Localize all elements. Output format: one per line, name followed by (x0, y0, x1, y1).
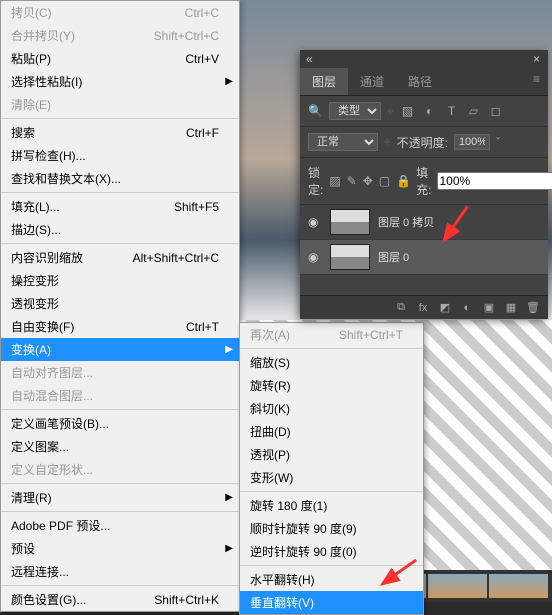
group-icon[interactable]: ▣ (482, 301, 496, 314)
submenu-rotate-90ccw[interactable]: 逆时针旋转 90 度(0) (240, 540, 423, 563)
filter-pixel-icon[interactable]: ▧ (400, 104, 416, 118)
layer-thumbnail[interactable] (330, 209, 370, 235)
chevron-right-icon: ▶ (225, 543, 233, 554)
fill-label: 填充: (416, 164, 431, 198)
link-layers-icon[interactable]: ⧉ (394, 301, 408, 314)
layer-row[interactable]: ◉ 图层 0 拷贝 (300, 205, 548, 240)
menu-brush-preset[interactable]: 定义画笔预设(B)... (1, 412, 239, 435)
visibility-icon[interactable]: ◉ (308, 215, 322, 229)
opacity-input[interactable] (454, 134, 490, 150)
opacity-label: 不透明度: (397, 134, 448, 151)
chevron-right-icon: ▶ (225, 344, 233, 355)
panel-menu-icon[interactable]: ≡ (525, 68, 548, 95)
menu-copy[interactable]: 拷贝(C)Ctrl+C (1, 1, 239, 24)
filter-type-icon[interactable]: T (444, 104, 460, 118)
menu-color-settings[interactable]: 颜色设置(G)...Shift+Ctrl+K (1, 588, 239, 611)
lock-label: 锁定: (308, 164, 323, 198)
menu-paste-special[interactable]: 选择性粘贴(I)▶ (1, 70, 239, 93)
menu-fill[interactable]: 填充(L)...Shift+F5 (1, 195, 239, 218)
layer-row[interactable]: ◉ 图层 0 (300, 240, 548, 275)
layer-name[interactable]: 图层 0 拷贝 (378, 214, 434, 230)
delete-icon[interactable]: 🗑 (526, 301, 540, 314)
menu-remote[interactable]: 远程连接... (1, 560, 239, 583)
filter-smart-icon[interactable]: ◻ (488, 104, 504, 118)
search-icon: 🔍 (308, 104, 323, 118)
menu-merge-copy[interactable]: 合并拷贝(Y)Shift+Ctrl+C (1, 24, 239, 47)
menu-free-transform[interactable]: 自由变换(F)Ctrl+T (1, 315, 239, 338)
blend-mode-select[interactable]: 正常 (308, 133, 378, 151)
submenu-flip-vertical[interactable]: 垂直翻转(V) (240, 591, 423, 614)
submenu-skew[interactable]: 斜切(K) (240, 397, 423, 420)
menu-puppet[interactable]: 操控变形 (1, 269, 239, 292)
layer-fx-icon[interactable]: fx (416, 302, 430, 314)
submenu-perspective[interactable]: 透视(P) (240, 443, 423, 466)
layer-thumbnail[interactable] (330, 244, 370, 270)
chevron-right-icon: ▶ (225, 76, 233, 87)
tab-channels[interactable]: 通道 (348, 68, 396, 95)
menu-search[interactable]: 搜索Ctrl+F (1, 121, 239, 144)
submenu-again[interactable]: 再次(A)Shift+Ctrl+T (240, 323, 423, 346)
menu-perspective[interactable]: 透视变形 (1, 292, 239, 315)
menu-paste[interactable]: 粘贴(P)Ctrl+V (1, 47, 239, 70)
lock-transparency-icon[interactable]: ▨ (329, 174, 340, 188)
menu-presets[interactable]: 预设▶ (1, 537, 239, 560)
filter-adjust-icon[interactable]: ◐ (422, 104, 438, 118)
menu-adobe-pdf[interactable]: Adobe PDF 预设... (1, 514, 239, 537)
edit-menu: 拷贝(C)Ctrl+C 合并拷贝(Y)Shift+Ctrl+C 粘贴(P)Ctr… (0, 0, 240, 612)
panel-close-icon[interactable]: × (525, 52, 548, 66)
filter-shape-icon[interactable]: ▱ (466, 104, 482, 118)
new-layer-icon[interactable]: ▦ (504, 301, 518, 314)
lock-artboard-icon[interactable]: ▢ (379, 174, 390, 188)
layers-panel: « × 图层 通道 路径 ≡ 🔍 类型 ÷ ▧ ◐ T ▱ ◻ 正常 ÷ 不透明… (300, 50, 548, 319)
chevron-down-icon[interactable]: ˇ (496, 135, 500, 149)
menu-spell[interactable]: 拼写检查(H)... (1, 144, 239, 167)
lock-brush-icon[interactable]: ✎ (347, 174, 357, 188)
menu-clear[interactable]: 清除(E) (1, 93, 239, 116)
chevron-right-icon: ▶ (225, 492, 233, 503)
menu-transform[interactable]: 变换(A)▶ (1, 338, 239, 361)
filter-kind-select[interactable]: 类型 (329, 102, 381, 120)
menu-pattern[interactable]: 定义图案... (1, 435, 239, 458)
panel-collapse-icon[interactable]: « (300, 52, 319, 66)
menu-find-replace[interactable]: 查找和替换文本(X)... (1, 167, 239, 190)
layer-name[interactable]: 图层 0 (378, 249, 409, 265)
submenu-rotate-180[interactable]: 旋转 180 度(1) (240, 494, 423, 517)
submenu-distort[interactable]: 扭曲(D) (240, 420, 423, 443)
adjustment-icon[interactable]: ◐ (460, 302, 474, 314)
lock-position-icon[interactable]: ✥ (363, 174, 373, 188)
menu-purge[interactable]: 清理(R)▶ (1, 486, 239, 509)
tab-layers[interactable]: 图层 (300, 68, 348, 95)
submenu-rotate[interactable]: 旋转(R) (240, 374, 423, 397)
fill-input[interactable] (437, 172, 552, 190)
visibility-icon[interactable]: ◉ (308, 250, 322, 264)
menu-content-scale[interactable]: 内容识别缩放Alt+Shift+Ctrl+C (1, 246, 239, 269)
submenu-warp[interactable]: 变形(W) (240, 466, 423, 489)
layer-mask-icon[interactable]: ◩ (438, 301, 452, 314)
submenu-scale[interactable]: 缩放(S) (240, 351, 423, 374)
menu-custom-shape[interactable]: 定义自定形状... (1, 458, 239, 481)
menu-auto-align[interactable]: 自动对齐图层... (1, 361, 239, 384)
menu-stroke[interactable]: 描边(S)... (1, 218, 239, 241)
lock-all-icon[interactable]: 🔒 (396, 174, 410, 188)
menu-auto-blend[interactable]: 自动混合图层... (1, 384, 239, 407)
submenu-rotate-90cw[interactable]: 顺时针旋转 90 度(9) (240, 517, 423, 540)
tab-paths[interactable]: 路径 (396, 68, 444, 95)
